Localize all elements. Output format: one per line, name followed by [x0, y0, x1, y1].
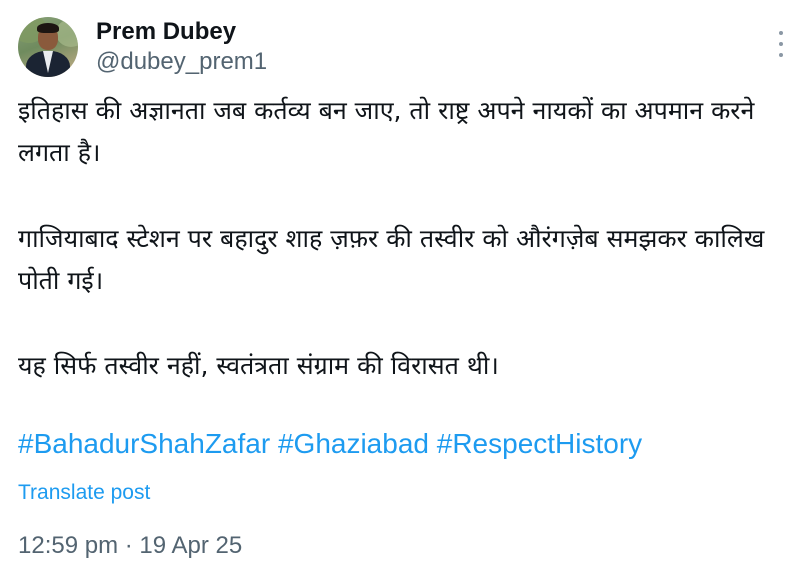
avatar-hair: [37, 23, 59, 33]
more-vertical-icon[interactable]: [776, 31, 786, 57]
post-timestamp[interactable]: 12:59 pm · 19 Apr 25: [18, 530, 242, 562]
post-header: Prem Dubey @dubey_prem1: [18, 17, 788, 79]
avatar-background-2: [56, 19, 78, 47]
hashtags: #BahadurShahZafar #Ghaziabad #RespectHis…: [18, 424, 642, 464]
post-paragraph-3: यह सिर्फ तस्वीर नहीं, स्वतंत्रता संग्राम…: [18, 351, 499, 380]
timestamp-separator: ·: [124, 532, 133, 559]
author-name[interactable]: Prem Dubey: [96, 17, 236, 47]
hashtag-link[interactable]: #Ghaziabad: [278, 428, 429, 459]
post-paragraph-1: इतिहास की अज्ञानता जब कर्तव्य बन जाए, तो…: [18, 96, 755, 167]
hashtag-link[interactable]: #RespectHistory: [437, 428, 642, 459]
post-date: 19 Apr 25: [139, 532, 243, 559]
post-paragraph-2: गाजियाबाद स्टेशन पर बहादुर शाह ज़फ़र की …: [18, 224, 765, 295]
translate-post-link[interactable]: Translate post: [18, 478, 150, 508]
avatar[interactable]: [18, 17, 78, 77]
hashtag-link[interactable]: #BahadurShahZafar: [18, 428, 270, 459]
post-time: 12:59 pm: [18, 532, 119, 559]
author-handle[interactable]: @dubey_prem1: [96, 47, 267, 77]
